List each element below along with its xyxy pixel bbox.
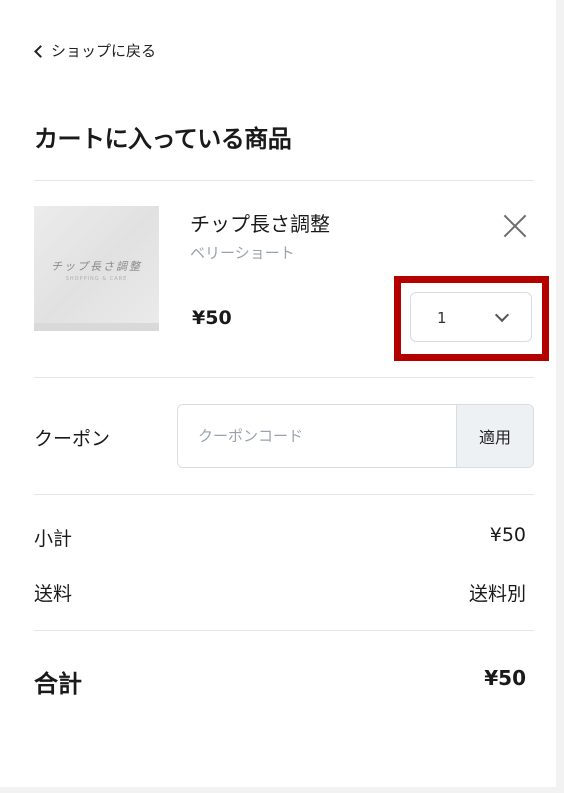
quantity-highlight-box [394, 276, 549, 361]
chevron-left-icon [34, 44, 47, 58]
coupon-label: クーポン [34, 428, 111, 450]
product-variant: ベリーショート [190, 244, 295, 262]
divider [34, 494, 534, 495]
coupon-code-input[interactable] [178, 405, 456, 467]
total-label: 合計 [34, 670, 82, 698]
shipping-value: 送料別 [468, 583, 526, 605]
divider [34, 377, 534, 378]
product-price: ¥50 [192, 307, 232, 329]
thumbnail-subtitle: SHOPPING & CARE [65, 276, 128, 282]
apply-coupon-button[interactable]: 適用 [456, 405, 533, 467]
product-name: チップ長さ調整 [190, 212, 330, 236]
product-thumbnail: チップ長さ調整 SHOPPING & CARE [34, 206, 159, 331]
shipping-label: 送料 [34, 583, 73, 605]
divider [34, 180, 534, 181]
subtotal-value: ¥50 [489, 524, 526, 546]
divider [34, 630, 534, 631]
back-to-shop-link[interactable]: ショップに戻る [34, 40, 157, 61]
coupon-field-group: 適用 [177, 404, 534, 468]
remove-item-close-icon[interactable] [500, 211, 530, 241]
thumbnail-base [34, 323, 159, 331]
subtotal-label: 小計 [34, 528, 73, 550]
cart-title: カートに入っている商品 [34, 125, 292, 153]
back-link-label: ショップに戻る [51, 42, 157, 60]
cart-panel: ショップに戻る カートに入っている商品 チップ長さ調整 SHOPPING & C… [0, 0, 556, 787]
thumbnail-title: チップ長さ調整 [51, 260, 142, 273]
total-value: ¥50 [484, 666, 526, 690]
